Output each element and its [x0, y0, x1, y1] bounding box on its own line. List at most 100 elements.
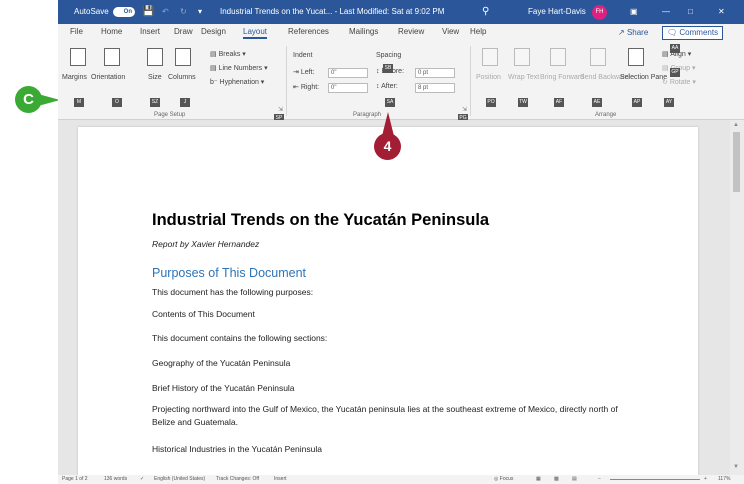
tab-layout[interactable]: Layout: [243, 27, 268, 39]
wrap-text-icon[interactable]: [514, 48, 530, 66]
save-icon[interactable]: 💾: [142, 0, 154, 24]
scroll-up-icon[interactable]: ▲: [733, 122, 739, 128]
avatar[interactable]: FH: [592, 5, 607, 20]
zoom-slider[interactable]: [610, 479, 700, 480]
document-page[interactable]: Industrial Trends on the Yucatán Peninsu…: [78, 127, 698, 484]
autosave-label: AutoSave: [74, 7, 109, 16]
breaks-button[interactable]: ▤ Breaks ▾: [210, 50, 246, 58]
keytip: SZ: [150, 98, 160, 107]
columns-button[interactable]: Columns: [168, 74, 196, 81]
search-icon[interactable]: ⚲: [482, 0, 489, 24]
paragraph: Contents of This Document: [152, 309, 255, 319]
bring-forward-button[interactable]: Bring Forward: [540, 74, 584, 81]
scroll-down-icon[interactable]: ▼: [733, 464, 739, 470]
zoom-level[interactable]: 117%: [718, 476, 730, 482]
spacing-before-input[interactable]: 0 pt: [415, 68, 455, 78]
position-button[interactable]: Position: [476, 74, 501, 81]
language[interactable]: English (United States): [154, 476, 205, 482]
position-icon[interactable]: [482, 48, 498, 66]
spacing-after-input[interactable]: 8 pt: [415, 83, 455, 93]
share-label: Share: [626, 28, 649, 37]
size-icon[interactable]: [147, 48, 163, 66]
print-layout-icon[interactable]: ▩: [554, 476, 559, 482]
customize-qat-icon[interactable]: ▾: [198, 0, 202, 24]
selection-pane-button[interactable]: Selection Pane: [620, 74, 667, 81]
tab-home[interactable]: Home: [101, 27, 122, 36]
focus-label: Focus: [499, 476, 514, 482]
tab-references[interactable]: References: [288, 27, 329, 36]
word-count[interactable]: 136 words: [104, 476, 127, 482]
minimize-icon[interactable]: —: [662, 0, 670, 24]
paragraph-launcher-icon[interactable]: ⇲: [462, 106, 467, 113]
callout-c-arrow: [38, 94, 60, 106]
paragraph: Historical Industries in the Yucatán Pen…: [152, 444, 322, 454]
keytip: GP: [670, 68, 680, 77]
word-window: AutoSave On 💾 ↶ ↻ ▾ Industrial Trends on…: [58, 0, 744, 484]
tab-help[interactable]: Help: [470, 27, 486, 36]
spacing-after-label: ↕ After:: [376, 83, 398, 90]
redo-icon[interactable]: ↻: [180, 0, 187, 24]
close-icon[interactable]: ✕: [718, 0, 725, 24]
comments-button[interactable]: 🗨 Comments: [662, 26, 724, 40]
paragraph: Geography of the Yucatán Peninsula: [152, 358, 291, 368]
tab-draw[interactable]: Draw: [174, 27, 193, 36]
rotate-button[interactable]: ↻ Rotate ▾: [662, 78, 696, 86]
zoom-in-icon[interactable]: +: [704, 476, 707, 482]
tab-mailings[interactable]: Mailings: [349, 27, 378, 36]
scroll-thumb[interactable]: [733, 132, 740, 192]
document-area: Industrial Trends on the Yucatán Peninsu…: [58, 120, 744, 484]
tab-file[interactable]: File: [70, 27, 83, 36]
ribbon-display-icon[interactable]: ▣: [630, 0, 638, 24]
keytip: O: [112, 98, 122, 107]
autosave-toggle[interactable]: On: [113, 7, 135, 17]
document-heading-title: Industrial Trends on the Yucatán Peninsu…: [152, 211, 490, 229]
vertical-scrollbar[interactable]: ▲ ▼: [730, 120, 744, 475]
read-mode-icon[interactable]: ▦: [536, 476, 541, 482]
keytip: PO: [486, 98, 496, 107]
page-count[interactable]: Page 1 of 2: [62, 476, 88, 482]
keytip: AE: [592, 98, 602, 107]
callout-4: 4: [374, 133, 401, 160]
separator: [286, 46, 287, 116]
ribbon-tabs: File Home Insert Draw Design Layout Refe…: [58, 24, 744, 42]
hyphenation-label: Hyphenation: [219, 79, 259, 86]
paragraph: Brief History of the Yucatán Peninsula: [152, 383, 295, 393]
page-setup-launcher-icon[interactable]: ⇲: [278, 106, 283, 113]
rotate-label: Rotate: [669, 79, 691, 86]
web-layout-icon[interactable]: ▤: [572, 476, 577, 482]
tab-insert[interactable]: Insert: [140, 27, 160, 36]
arrange-group-label: Arrange: [595, 112, 617, 118]
orientation-icon[interactable]: [104, 48, 120, 66]
indent-left-input[interactable]: 0": [328, 68, 368, 78]
keytip: SB: [383, 64, 393, 73]
share-button[interactable]: ↗ Share: [618, 26, 648, 40]
margins-button[interactable]: Margins: [62, 74, 87, 81]
tab-view[interactable]: View: [442, 27, 459, 36]
selection-pane-icon[interactable]: [628, 48, 644, 66]
hyphenation-button[interactable]: b⁻ Hyphenation ▾: [210, 78, 264, 86]
indent-right-input[interactable]: 0": [328, 83, 368, 93]
insert-mode[interactable]: Insert: [274, 476, 287, 482]
wrap-text-button[interactable]: Wrap Text: [508, 74, 539, 81]
focus-button[interactable]: ◎ Focus: [494, 476, 513, 482]
zoom-out-icon[interactable]: −: [598, 476, 601, 482]
paragraph-group-label: Paragraph: [353, 112, 382, 118]
tab-design[interactable]: Design: [201, 27, 226, 36]
columns-icon[interactable]: [175, 48, 191, 66]
proofing-icon[interactable]: ✓: [140, 476, 144, 482]
track-changes-status[interactable]: Track Changes: Off: [216, 476, 259, 482]
paragraph: This document contains the following sec…: [152, 333, 328, 343]
restore-icon[interactable]: □: [688, 0, 693, 24]
line-numbers-button[interactable]: ▤ Line Numbers ▾: [210, 64, 268, 72]
size-button[interactable]: Size: [148, 74, 162, 81]
send-backward-icon[interactable]: [590, 48, 606, 66]
margins-icon[interactable]: [70, 48, 86, 66]
bring-forward-icon[interactable]: [550, 48, 566, 66]
section-heading: Purposes of This Document: [152, 266, 307, 280]
undo-icon[interactable]: ↶: [162, 0, 169, 24]
tab-review[interactable]: Review: [398, 27, 424, 36]
breaks-label: Breaks: [218, 51, 241, 58]
indent-left-label: ⇥ Left:: [293, 69, 315, 76]
orientation-button[interactable]: Orientation: [91, 74, 125, 81]
paragraph: Projecting northward into the Gulf of Me…: [152, 404, 618, 427]
